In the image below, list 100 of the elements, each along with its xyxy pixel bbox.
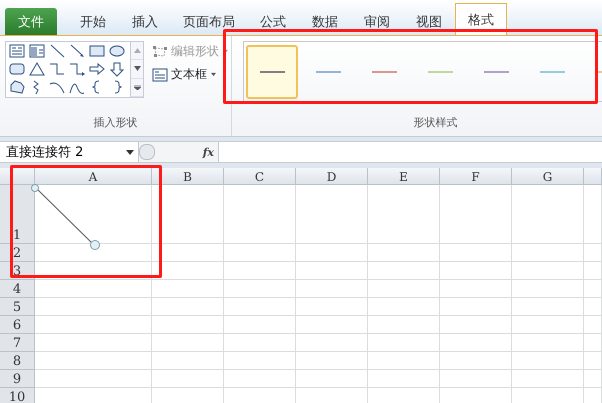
shape-icon[interactable]	[48, 43, 66, 59]
ribbon-tab[interactable]: 页面布局	[171, 8, 247, 35]
sheet-cell[interactable]	[512, 244, 584, 262]
sheet-cell[interactable]	[152, 298, 224, 316]
sheet-cell[interactable]	[512, 262, 584, 280]
sheet-cell[interactable]	[368, 185, 440, 244]
sheet-cell[interactable]	[35, 262, 152, 280]
sheet-cell[interactable]	[224, 334, 296, 352]
sheet-cell[interactable]	[35, 316, 152, 334]
row-header[interactable]: 6	[0, 316, 35, 334]
sheet-cell[interactable]	[296, 316, 368, 334]
sheet-cell[interactable]	[584, 370, 602, 388]
shape-icon[interactable]	[28, 61, 46, 77]
sheet-cell[interactable]	[368, 334, 440, 352]
text-box-button[interactable]: 文本框	[150, 66, 231, 83]
sheet-cell[interactable]	[584, 352, 602, 370]
column-header[interactable]: D	[296, 168, 368, 185]
ribbon-tab[interactable]: 数据	[299, 8, 351, 35]
sheet-cell[interactable]	[440, 334, 512, 352]
sheet-cell[interactable]	[512, 334, 584, 352]
sheet-cell[interactable]	[368, 280, 440, 298]
sheet-cell[interactable]	[296, 334, 368, 352]
dropdown-arrow-icon[interactable]	[126, 150, 134, 154]
row-header[interactable]: 9	[0, 370, 35, 388]
row-header[interactable]: 8	[0, 352, 35, 370]
column-header[interactable]: F	[440, 168, 512, 185]
insert-function-button[interactable]: fx	[202, 146, 214, 158]
sheet-cell[interactable]	[152, 185, 224, 244]
sheet-cell[interactable]	[152, 334, 224, 352]
sheet-cell[interactable]	[440, 370, 512, 388]
shape-icon[interactable]	[68, 43, 86, 59]
row-header[interactable]: 10	[0, 388, 35, 403]
sheet-cell[interactable]	[35, 334, 152, 352]
file-menu-tab[interactable]: 文件	[5, 8, 57, 35]
sheet-cell[interactable]	[440, 280, 512, 298]
sheet-cell[interactable]	[35, 298, 152, 316]
sheet-cell[interactable]	[584, 262, 602, 280]
row-header[interactable]: 1	[0, 185, 35, 244]
sheet-cell[interactable]	[368, 262, 440, 280]
sheet-cell[interactable]	[152, 280, 224, 298]
sheet-cell[interactable]	[224, 244, 296, 262]
sheet-cell[interactable]	[368, 316, 440, 334]
sheet-cell[interactable]	[35, 370, 152, 388]
shape-icon[interactable]	[8, 61, 26, 77]
sheet-cell[interactable]	[152, 244, 224, 262]
connector-line[interactable]	[30, 184, 100, 250]
sheet-cell[interactable]	[224, 262, 296, 280]
sheet-cell[interactable]	[224, 316, 296, 334]
shape-icon[interactable]	[8, 43, 26, 59]
sheet-cell[interactable]	[584, 298, 602, 316]
sheet-cell[interactable]	[584, 334, 602, 352]
shape-icon[interactable]	[48, 61, 66, 77]
sheet-cell[interactable]	[224, 298, 296, 316]
sheet-cell[interactable]	[512, 185, 584, 244]
sheet-cell[interactable]	[584, 280, 602, 298]
ribbon-tab[interactable]: 插入	[119, 8, 171, 35]
splitter-handle[interactable]	[139, 144, 155, 160]
sheet-cell[interactable]	[224, 280, 296, 298]
ribbon-tab[interactable]: 公式	[247, 8, 299, 35]
sheet-cell[interactable]	[512, 370, 584, 388]
column-header[interactable]: E	[368, 168, 440, 185]
row-header[interactable]: 4	[0, 280, 35, 298]
column-header[interactable]: C	[224, 168, 296, 185]
sheet-cell[interactable]	[224, 185, 296, 244]
column-header[interactable]	[584, 168, 602, 185]
sheet-cell[interactable]	[296, 370, 368, 388]
sheet-cell[interactable]	[152, 316, 224, 334]
ribbon-tab[interactable]: 视图	[403, 8, 455, 35]
sheet-cell[interactable]	[440, 298, 512, 316]
sheet-cell[interactable]	[584, 244, 602, 262]
column-header[interactable]: B	[152, 168, 224, 185]
row-header[interactable]: 2	[0, 244, 35, 262]
shape-icon[interactable]	[108, 43, 126, 59]
sheet-cell[interactable]	[512, 298, 584, 316]
sheet-cell[interactable]	[224, 352, 296, 370]
sheet-cell[interactable]	[512, 280, 584, 298]
ribbon-tab[interactable]: 格式	[455, 3, 507, 35]
select-all-button[interactable]	[0, 168, 35, 185]
shape-icon[interactable]	[8, 79, 26, 95]
sheet-cell[interactable]	[35, 280, 152, 298]
shape-icon[interactable]	[88, 43, 106, 59]
column-header[interactable]: A	[35, 168, 152, 185]
row-header[interactable]: 7	[0, 334, 35, 352]
sheet-cell[interactable]	[224, 370, 296, 388]
sheet-cell[interactable]	[152, 262, 224, 280]
shape-icon[interactable]	[108, 61, 126, 77]
expand-gallery-button[interactable]	[131, 78, 143, 97]
scroll-down-button[interactable]	[131, 60, 143, 79]
sheet-cell[interactable]	[368, 352, 440, 370]
sheet-cell[interactable]	[368, 370, 440, 388]
sheet-cell[interactable]	[152, 370, 224, 388]
sheet-cell[interactable]	[440, 185, 512, 244]
shape-icon[interactable]	[88, 61, 106, 77]
sheet-cell[interactable]	[296, 244, 368, 262]
sheet-cell[interactable]	[440, 316, 512, 334]
sheet-cell[interactable]	[440, 244, 512, 262]
sheet-cell[interactable]	[35, 352, 152, 370]
sheet-cell[interactable]	[296, 298, 368, 316]
sheet-cell[interactable]	[512, 316, 584, 334]
shape-icon[interactable]	[68, 61, 86, 77]
